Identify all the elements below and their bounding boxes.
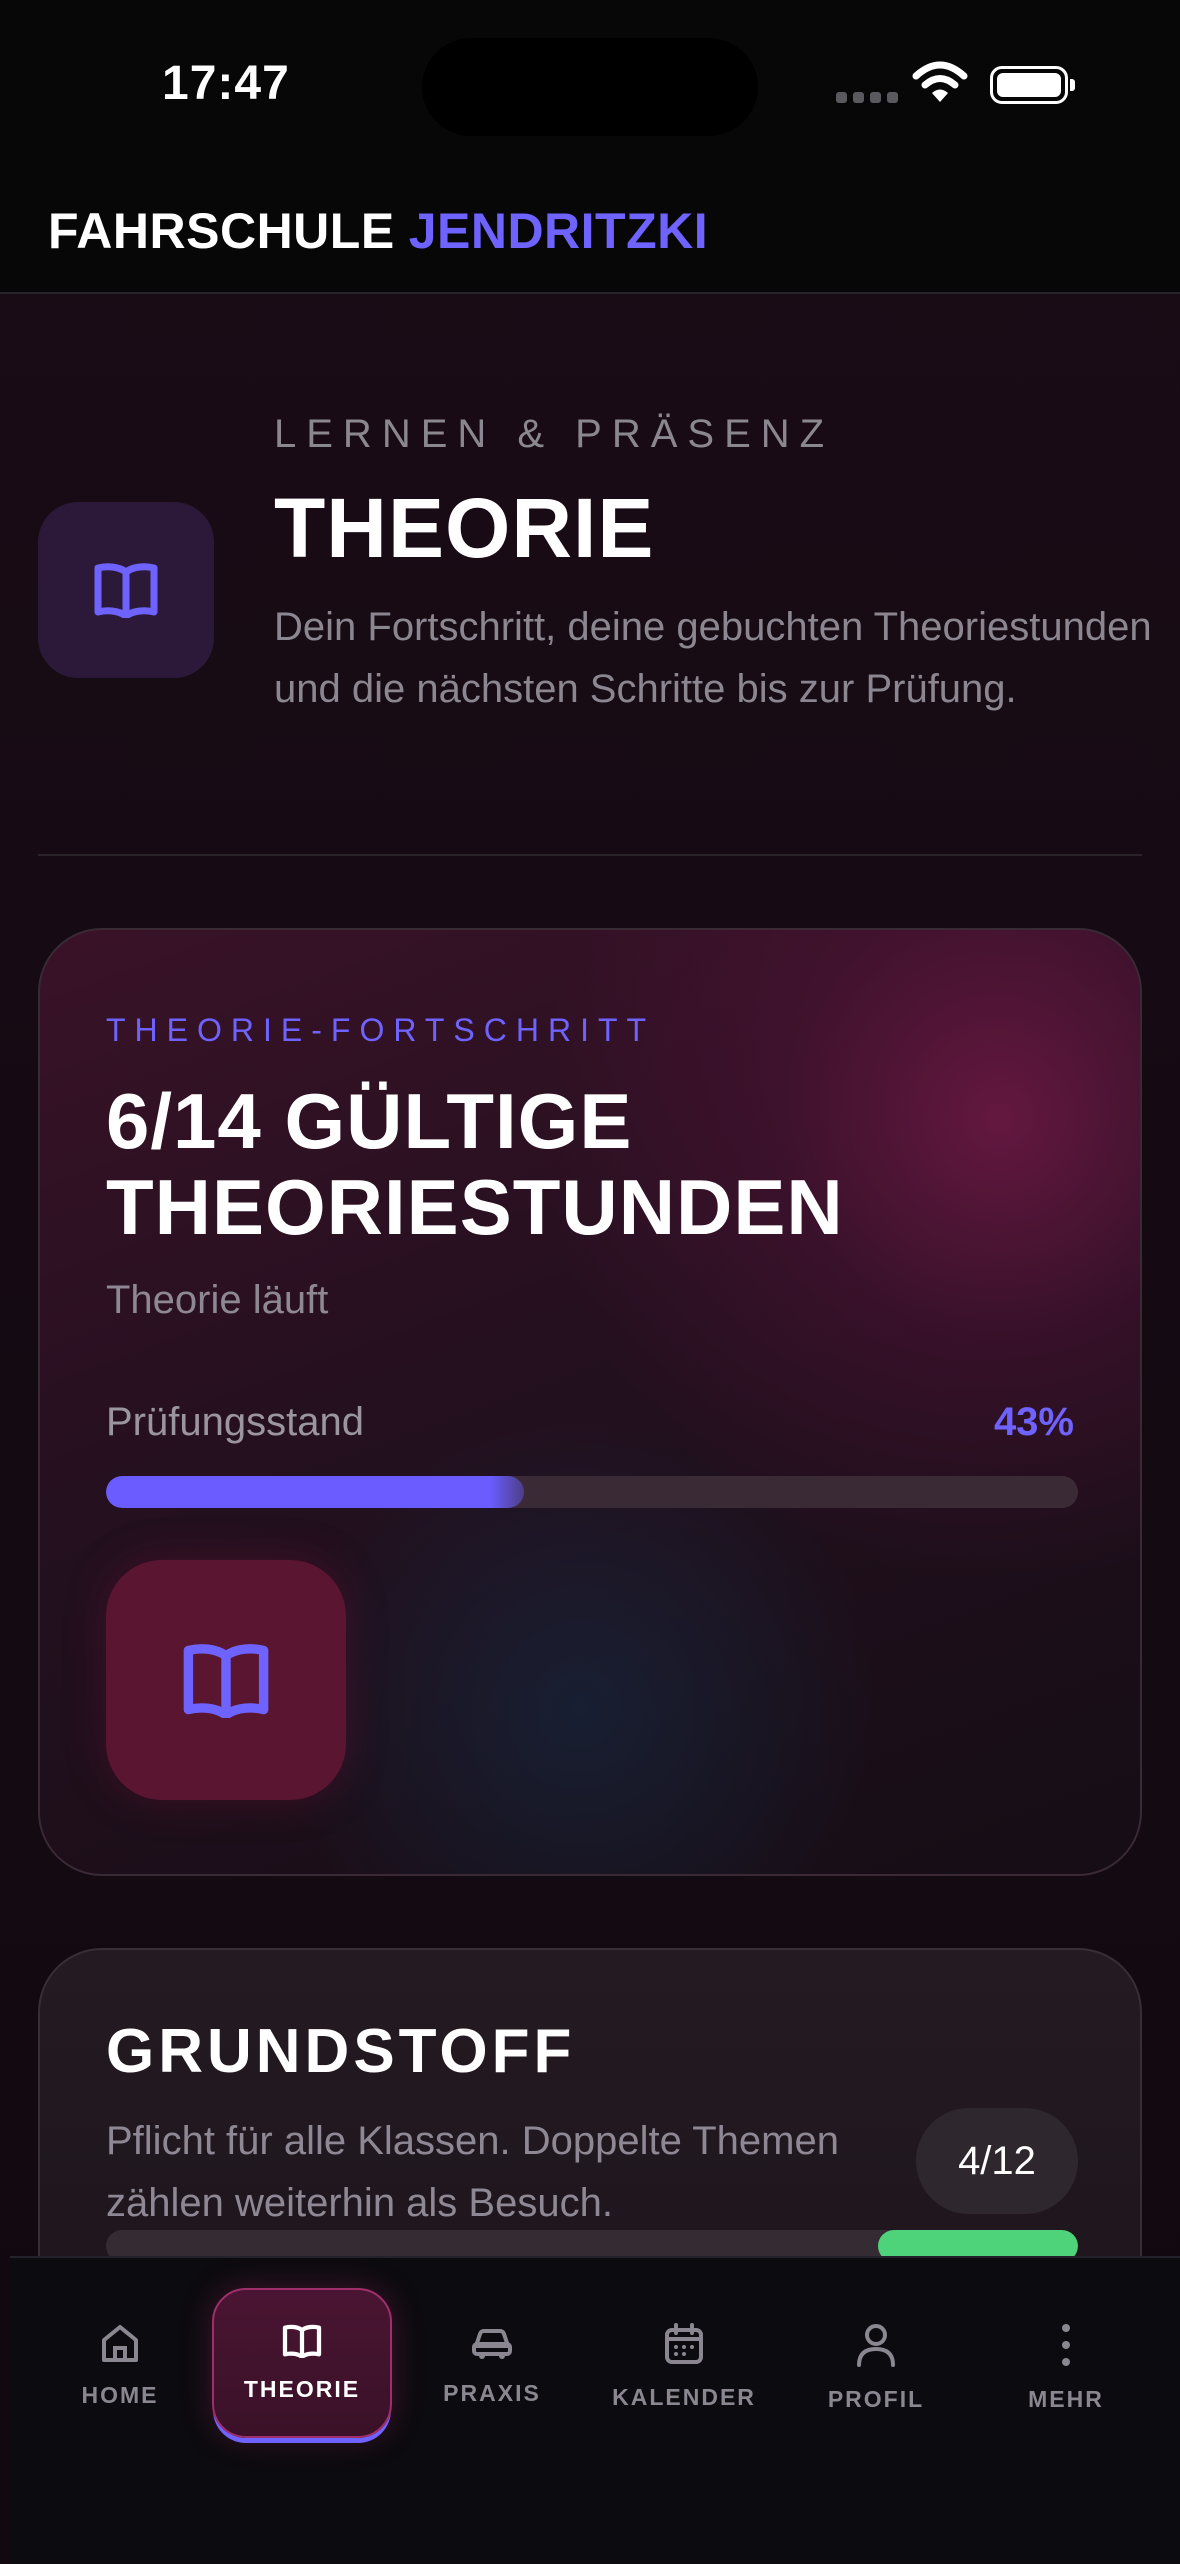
progress-card-eyebrow: THEORIE-FORTSCHRITT <box>106 1012 656 1048</box>
nav-label-theorie: THEORIE <box>243 2376 361 2402</box>
app-header: FAHRSCHULE JENDRITZKI <box>0 170 1180 294</box>
section-divider <box>38 854 1142 856</box>
nav-label-kalender: KALENDER <box>612 2384 756 2410</box>
person-icon <box>857 2324 895 2367</box>
nav-label-mehr: MEHR <box>1028 2386 1104 2412</box>
battery-icon <box>990 66 1075 104</box>
more-vertical-icon <box>1062 2324 1070 2366</box>
home-icon <box>102 2325 138 2362</box>
brand-logo[interactable]: FAHRSCHULE JENDRITZKI <box>48 202 708 260</box>
brand-name-part2: JENDRITZKI <box>408 203 709 259</box>
progress-card-title: 6/14 GÜLTIGE THEORIESTUNDEN <box>106 1077 844 1251</box>
nav-item-profil[interactable]: PROFIL <box>786 2288 966 2438</box>
page-title: THEORIE <box>274 481 655 575</box>
car-icon <box>472 2329 512 2359</box>
progress-bar <box>106 1476 1078 1508</box>
nav-item-mehr[interactable]: MEHR <box>976 2288 1156 2438</box>
nav-label-praxis: PRAXIS <box>443 2380 541 2406</box>
status-time: 17:47 <box>162 57 290 110</box>
nav-item-home[interactable]: HOME <box>30 2288 210 2438</box>
nav-item-praxis[interactable]: PRAXIS <box>402 2288 582 2438</box>
cellular-signal-icon <box>836 92 898 103</box>
book-icon <box>38 502 214 678</box>
progress-card-status: Theorie läuft <box>106 1278 329 1322</box>
nav-label-profil: PROFIL <box>827 2386 925 2412</box>
wifi-icon <box>912 60 968 109</box>
bottom-nav: HOME THEORIE PRAXIS KALENDER PROFIL MEHR <box>10 2256 1180 2564</box>
grundstoff-title: GRUNDSTOFF <box>106 2017 576 2086</box>
progress-bar-fill <box>106 1476 524 1508</box>
theory-progress-card[interactable]: THEORIE-FORTSCHRITT 6/14 GÜLTIGE THEORIE… <box>38 928 1142 1876</box>
progress-label: Prüfungsstand <box>106 1400 364 1444</box>
page-description: Dein Fortschritt, deine gebuchten Theori… <box>274 605 1152 711</box>
calendar-icon <box>665 2323 703 2364</box>
brand-name-part1: FAHRSCHULE <box>48 203 395 259</box>
book-icon <box>106 1560 346 1800</box>
nav-label-home: HOME <box>81 2382 159 2408</box>
nav-item-theorie[interactable]: THEORIE <box>212 2288 392 2438</box>
dynamic-island <box>422 38 758 136</box>
grundstoff-description: Pflicht für alle Klassen. Doppelte Theme… <box>106 2119 839 2225</box>
status-bar: 17:47 <box>0 0 1180 170</box>
book-icon <box>282 2324 322 2358</box>
nav-item-kalender[interactable]: KALENDER <box>594 2288 774 2438</box>
screen: 17:47 FAHRSCHULE JENDRITZKI LERNEN & PRÄS… <box>0 0 1180 2564</box>
page-eyebrow: LERNEN & PRÄSENZ <box>274 412 835 456</box>
progress-percent: 43% <box>993 1400 1074 1444</box>
grundstoff-count-badge: 4/12 <box>916 2108 1078 2214</box>
